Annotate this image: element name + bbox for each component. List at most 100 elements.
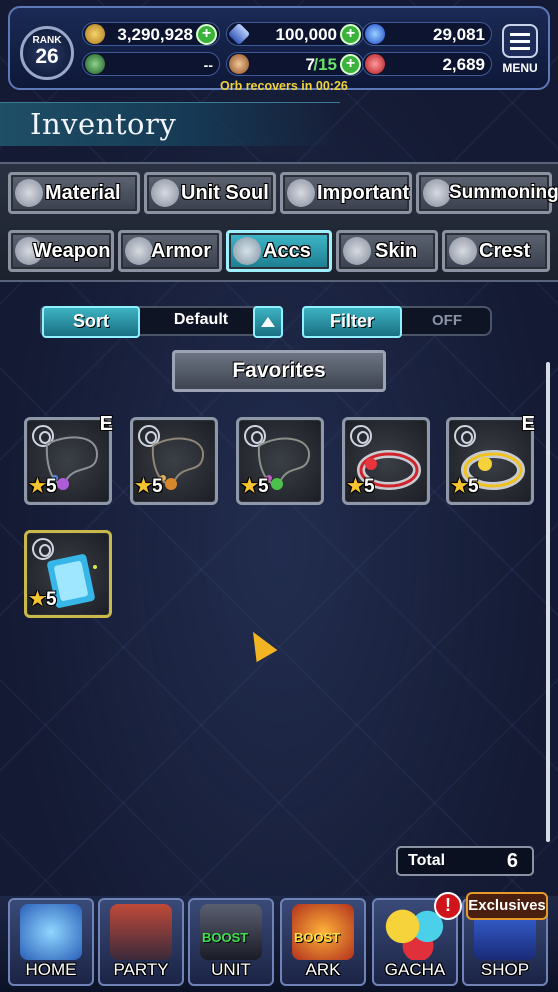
red-orb-counter: 2,689 <box>362 52 492 76</box>
equipped-badge: E <box>99 413 113 435</box>
hanger-icon <box>343 237 371 265</box>
tab-weapon[interactable]: Weapon <box>8 230 114 272</box>
nav-label: GACHA <box>384 960 446 979</box>
orb-stamina-counter: 7 /15 + <box>226 52 364 76</box>
red-orb-value: 2,689 <box>442 55 485 74</box>
stamina-dice-icon <box>229 54 249 74</box>
rank-value: 26 <box>35 45 59 68</box>
star-icon: ★ <box>347 476 365 497</box>
equipped-badge: E <box>521 413 535 435</box>
tab-armor[interactable]: Armor <box>118 230 222 272</box>
total-label: Total <box>408 852 446 869</box>
refill-orbs-button[interactable]: + <box>340 54 361 75</box>
orb-recover-timer: Orb recovers in 00:26 <box>220 79 348 93</box>
item-slot[interactable]: ★5 E <box>24 413 113 505</box>
gil-value: 3,290,928 <box>117 25 193 44</box>
tab-label: Accs <box>263 240 311 262</box>
blue-orb-value: 29,081 <box>433 25 485 44</box>
status-bar: RANK 26 3,290,928 + 100,000 + 29,081 -- … <box>8 6 550 93</box>
tab-unit-soul[interactable]: Unit Soul <box>144 172 276 214</box>
nav-label: PARTY <box>113 960 169 979</box>
gil-counter: 3,290,928 + <box>82 22 220 46</box>
item-slot[interactable]: ★5 E <box>446 413 535 505</box>
boost-badge: BOOST <box>294 930 341 945</box>
tab-important[interactable]: Important <box>280 172 412 214</box>
tab-label: Armor <box>151 240 212 262</box>
star-icon: ★ <box>241 476 259 497</box>
nav-label: SHOP <box>480 960 530 979</box>
nav-label: HOME <box>25 960 77 979</box>
tab-label: Material <box>45 182 121 204</box>
arena-counter: -- <box>82 52 220 76</box>
filter-button[interactable]: Filter <box>302 306 402 338</box>
scrollbar[interactable] <box>546 362 550 842</box>
buy-gil-button[interactable]: + <box>196 24 217 45</box>
tab-material[interactable]: Material <box>8 172 140 214</box>
sort-button[interactable]: Sort <box>42 306 140 338</box>
nav-label: UNIT <box>211 960 251 979</box>
star-icon: ★ <box>135 476 153 497</box>
page-title: Inventory <box>30 107 177 141</box>
rarity-label: ★5 <box>135 476 163 497</box>
rarity-label: ★5 <box>241 476 269 497</box>
nav-unit[interactable]: BOOST UNIT <box>188 898 274 986</box>
boost-badge: BOOST <box>202 930 249 945</box>
gil-coin-icon <box>85 24 105 44</box>
item-slot[interactable]: ★5 <box>24 530 112 618</box>
star-icon: ★ <box>29 476 47 497</box>
menu-label: MENU <box>502 61 538 75</box>
rarity-label: ★5 <box>29 589 57 610</box>
tab-label: Unit Soul <box>181 182 269 204</box>
buy-lapis-button[interactable]: + <box>340 24 361 45</box>
item-slot[interactable]: ★5 <box>130 417 218 505</box>
arena-sword-icon <box>85 54 105 74</box>
exclusives-badge: Exclusives <box>466 892 548 920</box>
crest-icon <box>449 237 477 265</box>
sort-direction-button[interactable] <box>253 306 283 338</box>
tab-label: Weapon <box>33 240 111 262</box>
tab-summoning[interactable]: Summoning <box>416 172 558 214</box>
item-slot[interactable]: ★5 <box>236 417 324 505</box>
rarity-label: ★5 <box>347 476 375 497</box>
page-header: Inventory <box>0 102 340 146</box>
party-characters-icon <box>110 904 172 960</box>
tab-accs[interactable]: Accs <box>226 230 332 272</box>
star-icon <box>287 179 315 207</box>
nav-ark[interactable]: BOOST ARK <box>280 898 366 986</box>
menu-button[interactable]: MENU <box>498 24 542 80</box>
blue-orb-counter: 29,081 <box>362 22 492 46</box>
bag-icon <box>15 179 43 207</box>
home-crest-icon <box>20 904 82 960</box>
nav-party[interactable]: PARTY <box>98 898 184 986</box>
star-icon: ★ <box>29 589 47 610</box>
lapis-counter: 100,000 + <box>226 22 364 46</box>
item-slot[interactable]: ★5 <box>342 417 430 505</box>
sort-control: Sort Default <box>40 306 283 338</box>
tab-label: Crest <box>479 240 531 262</box>
hamburger-icon <box>502 24 538 58</box>
blue-orb-icon <box>365 24 385 44</box>
arena-value: -- <box>203 57 213 73</box>
tab-label: Important <box>317 182 410 204</box>
arrow-up-icon <box>261 317 275 327</box>
favorites-button[interactable]: Favorites <box>172 350 386 392</box>
sort-value[interactable]: Default <box>146 311 256 329</box>
cursor-pointer-icon <box>242 625 278 663</box>
tab-skin[interactable]: Skin <box>336 230 438 272</box>
red-orb-icon <box>365 54 385 74</box>
gacha-alert-badge: ! <box>434 892 462 920</box>
total-value: 6 <box>506 850 518 872</box>
rarity-label: ★5 <box>451 476 479 497</box>
filter-state[interactable]: OFF <box>432 312 462 329</box>
armor-icon <box>125 237 153 265</box>
summon-icon <box>423 179 451 207</box>
nav-home[interactable]: HOME <box>8 898 94 986</box>
nav-label: ARK <box>305 960 341 979</box>
soul-icon <box>151 179 179 207</box>
filter-control: Filter OFF <box>302 306 492 338</box>
tab-crest[interactable]: Crest <box>442 230 550 272</box>
category-tabs: Material Unit Soul Important Summoning W… <box>0 162 558 282</box>
rarity-label: ★5 <box>29 476 57 497</box>
rank-badge[interactable]: RANK 26 <box>20 26 74 80</box>
tab-label: Skin <box>375 240 418 262</box>
